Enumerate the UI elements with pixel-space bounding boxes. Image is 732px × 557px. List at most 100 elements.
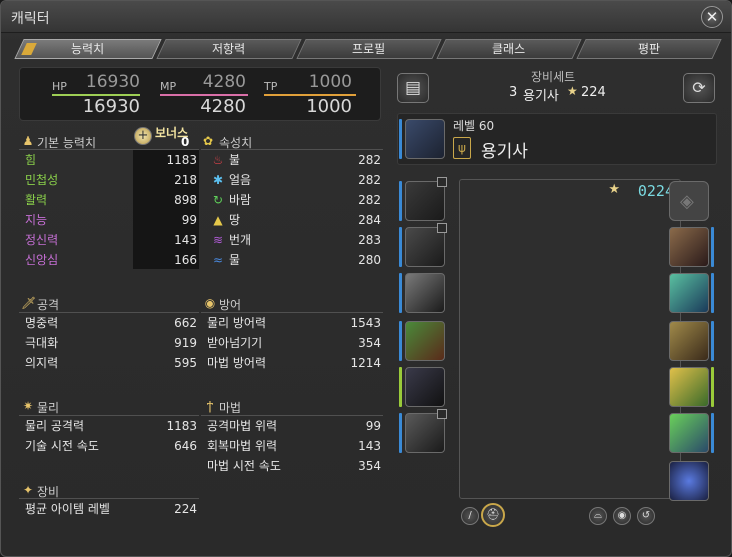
gearset-ilvl: 224 <box>581 85 606 100</box>
sword-icon: 🗡 <box>21 296 37 310</box>
earrings-slot[interactable] <box>669 227 709 267</box>
stat-value: 143 <box>174 233 197 247</box>
headgear-toggle-button[interactable]: ⛑ <box>481 503 505 527</box>
tab-profile[interactable]: 프로필 <box>296 39 442 59</box>
soul-crystal-slot[interactable] <box>669 461 709 501</box>
divider <box>201 312 383 313</box>
gearset-name: 용기사 <box>523 89 559 104</box>
slot-indicator <box>711 367 714 407</box>
magic-stat-row: 회복마법 위력 143 <box>207 437 381 455</box>
necklace-slot[interactable] <box>669 273 709 313</box>
slot-indicator <box>399 181 402 221</box>
stat-value: 218 <box>174 173 197 187</box>
water-icon: ≈ <box>212 253 224 267</box>
close-icon: ✕ <box>705 8 719 26</box>
slot-indicator <box>711 413 714 453</box>
waist-slot[interactable] <box>405 321 445 361</box>
stat-value: 143 <box>358 439 381 453</box>
character-portrait[interactable]: 0224 ★ <box>459 179 681 499</box>
tab-attributes[interactable]: 능력치 <box>14 39 162 59</box>
defense-stat-row: 마법 방어력 1214 <box>207 354 381 372</box>
sync-button[interactable]: ⟳ <box>683 73 715 103</box>
stat-label: 번개 <box>229 233 252 247</box>
window-title: 캐릭터 <box>11 11 50 27</box>
gear-icon: ✦ <box>22 483 34 497</box>
tab-resistance[interactable]: 저항력 <box>156 39 302 59</box>
physical-stat-row: 기술 시전 속도 646 <box>25 437 197 455</box>
element-row: 바람 282 ↻ <box>211 191 381 209</box>
main-weapon-slot[interactable] <box>405 119 445 159</box>
stat-value: 595 <box>174 356 197 370</box>
view-toggle-button[interactable]: ◉ <box>613 507 631 525</box>
hands-slot[interactable] <box>405 273 445 313</box>
offense-stat-row: 명중력 662 <box>25 314 197 332</box>
stat-label: 신앙심 <box>25 253 59 267</box>
stat-label: 기술 시전 속도 <box>25 439 99 453</box>
stat-label: 극대화 <box>25 336 59 350</box>
lightning-icon: ≋ <box>212 233 224 247</box>
weapon-toggle-button[interactable]: / <box>461 507 479 525</box>
job-name: 용기사 <box>481 142 528 162</box>
divider <box>19 312 199 313</box>
legs-slot[interactable] <box>405 367 445 407</box>
slot-indicator <box>399 227 402 267</box>
mp-current: 4280 <box>200 96 246 117</box>
star-icon: ★ <box>567 84 578 98</box>
eye-icon: ◉ <box>617 510 627 521</box>
materia-pip <box>437 223 447 233</box>
head-slot[interactable] <box>405 181 445 221</box>
physical-icon: ✷ <box>22 399 34 413</box>
base-stat-row: 민첩성 218 <box>25 171 197 189</box>
gearset-list-button[interactable]: ▤ <box>397 73 429 103</box>
stat-label: 물리 방어력 <box>207 316 267 330</box>
base-stat-row: 지능 99 <box>25 211 197 229</box>
stat-label: 불 <box>229 153 241 167</box>
element-row: 불 282 ♨ <box>211 151 381 169</box>
ring-left-slot[interactable] <box>669 367 709 407</box>
visor-toggle-button[interactable]: ⌓ <box>589 507 607 525</box>
divider <box>19 149 199 150</box>
hp-current: 16930 <box>82 96 140 117</box>
title-bar[interactable]: 캐릭터 ✕ <box>1 1 731 33</box>
slot-indicator <box>399 367 402 407</box>
close-button[interactable]: ✕ <box>701 6 723 28</box>
shield-placeholder-icon: ◈ <box>680 191 694 212</box>
stat-label: 평균 아이템 레벨 <box>25 502 110 516</box>
stat-value: 354 <box>358 336 381 350</box>
bracelets-slot[interactable] <box>669 321 709 361</box>
materia-pip <box>437 177 447 187</box>
body-slot[interactable] <box>405 227 445 267</box>
stat-label: 받아넘기기 <box>207 336 263 350</box>
tab-reputation[interactable]: 평판 <box>576 39 722 59</box>
stat-value: 284 <box>358 213 381 227</box>
document-icon: ▤ <box>404 78 422 98</box>
gear-stat-row: 평균 아이템 레벨 224 <box>25 500 197 518</box>
bonus-value: 0 <box>181 135 190 149</box>
reset-view-button[interactable]: ↺ <box>637 507 655 525</box>
stat-value: 99 <box>181 213 197 227</box>
stat-label: 물리 공격력 <box>25 419 85 433</box>
defense-header: 방어 <box>219 298 242 312</box>
offhand-slot[interactable]: ◈ <box>669 181 709 221</box>
stat-value: 166 <box>174 253 197 267</box>
stat-value: 1543 <box>350 316 381 330</box>
stat-value: 282 <box>358 173 381 187</box>
job-level: 레벨 60 <box>453 119 495 133</box>
element-row: 번개 283 ≋ <box>211 231 381 249</box>
stat-label: 정신력 <box>25 233 59 247</box>
elements-icon: ✿ <box>202 134 214 148</box>
slot-indicator <box>711 273 714 313</box>
stat-value: 282 <box>358 153 381 167</box>
ring-right-slot[interactable] <box>669 413 709 453</box>
slot-indicator <box>711 227 714 267</box>
mp-label: MP <box>160 80 177 93</box>
tab-class[interactable]: 클래스 <box>436 39 582 59</box>
fire-icon: ♨ <box>212 153 224 167</box>
physical-stat-row: 물리 공격력 1183 <box>25 417 197 435</box>
feet-slot[interactable] <box>405 413 445 453</box>
tp-max: 1000 <box>308 72 352 92</box>
add-bonus-icon[interactable]: + <box>134 127 152 145</box>
base-stat-row: 힘 1183 <box>25 151 197 169</box>
stat-label: 물 <box>229 253 241 267</box>
stat-label: 마법 방어력 <box>207 356 267 370</box>
